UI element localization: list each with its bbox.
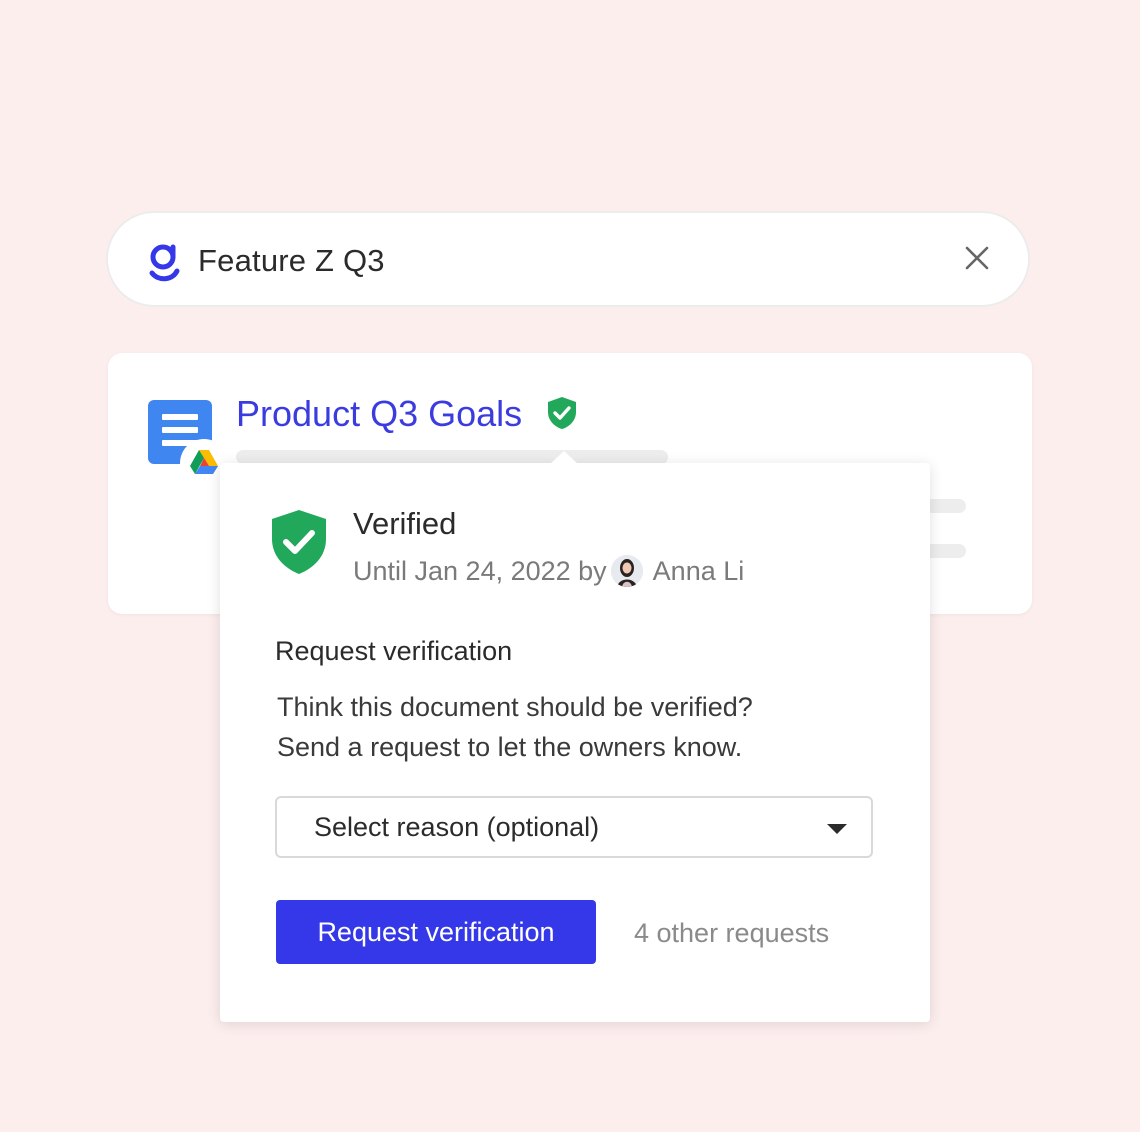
snippet-placeholder bbox=[236, 450, 668, 464]
close-icon[interactable] bbox=[964, 245, 990, 271]
section-title: Request verification bbox=[275, 636, 513, 666]
description-line: Send a request to let the owners know. bbox=[277, 732, 743, 762]
reason-select[interactable]: Select reason (optional) bbox=[275, 796, 873, 858]
chevron-down-icon bbox=[827, 824, 847, 834]
verified-status: Verified bbox=[353, 506, 457, 541]
verified-until-text: Until Jan 24, 2022 by bbox=[353, 556, 607, 586]
verified-shield-icon[interactable] bbox=[546, 396, 578, 430]
verification-popover: Verified Until Jan 24, 2022 by Anna Li R… bbox=[220, 451, 930, 1022]
verified-meta: Until Jan 24, 2022 by Anna Li bbox=[353, 553, 744, 589]
description-line: Think this document should be verified? bbox=[277, 692, 753, 722]
shield-check-icon bbox=[272, 510, 326, 574]
request-verification-button[interactable]: Request verification bbox=[276, 900, 596, 964]
popover-caret bbox=[550, 451, 578, 464]
result-title-link[interactable]: Product Q3 Goals bbox=[236, 391, 522, 437]
reason-select-value: Select reason (optional) bbox=[314, 812, 600, 842]
search-input[interactable]: Feature Z Q3 bbox=[198, 241, 385, 281]
glean-logo-icon bbox=[149, 244, 180, 282]
other-requests-link[interactable]: 4 other requests bbox=[634, 915, 829, 951]
search-bar[interactable]: Feature Z Q3 bbox=[106, 211, 1030, 307]
section-description: Think this document should be verified? … bbox=[277, 687, 877, 767]
verifier-name[interactable]: Anna Li bbox=[653, 553, 745, 589]
avatar bbox=[610, 555, 643, 587]
